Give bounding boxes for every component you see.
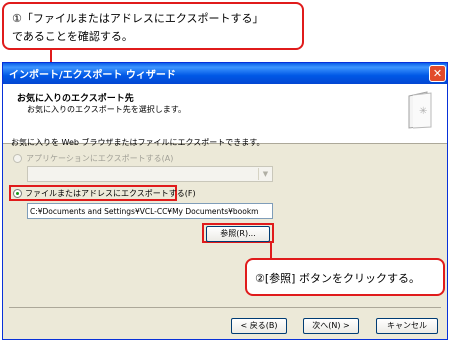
callout-top-line1: ①「ファイルまたはアドレスにエクスポートする」 bbox=[12, 12, 264, 25]
browse-button[interactable]: 参照(R)... bbox=[206, 226, 270, 242]
window-title: インポート/エクスポート ウィザード bbox=[9, 70, 176, 81]
radio-export-to-application[interactable] bbox=[13, 154, 22, 163]
chevron-down-icon[interactable]: ▼ bbox=[258, 168, 272, 180]
next-button[interactable]: 次へ(N) > bbox=[303, 318, 359, 334]
header-subtitle: お気に入りのエクスポート先を選択します。 bbox=[27, 105, 186, 114]
wizard-dialog: インポート/エクスポート ウィザード ✕ お気に入りのエクスポート先 お気に入り… bbox=[2, 62, 448, 340]
close-button[interactable]: ✕ bbox=[429, 65, 446, 82]
back-button[interactable]: < 戻る(B) bbox=[231, 318, 287, 334]
callout-top-line2: であることを確認する。 bbox=[12, 30, 133, 43]
radio-export-to-file[interactable] bbox=[13, 189, 22, 198]
instruction-callout-top: ①「ファイルまたはアドレスにエクスポートする」 であることを確認する。 bbox=[2, 2, 304, 50]
application-select[interactable]: ▼ bbox=[27, 166, 273, 182]
title-bar[interactable]: インポート/エクスポート ウィザード ✕ bbox=[3, 63, 447, 84]
favorites-folder-icon: ✳ bbox=[408, 91, 432, 129]
export-path-field[interactable]: C:¥Documents and Settings¥VCL-CC¥My Docu… bbox=[27, 203, 273, 219]
export-description: お気に入りを Web ブラウザまたはファイルにエクスポートできます。 bbox=[11, 138, 265, 147]
option-file-label: ファイルまたはアドレスにエクスポートする(F) bbox=[25, 189, 196, 198]
header-title: お気に入りのエクスポート先 bbox=[17, 94, 134, 104]
callout-bottom-text: ②[参照] ボタンをクリックする。 bbox=[255, 272, 420, 285]
cancel-button[interactable]: キャンセル bbox=[376, 318, 438, 334]
svg-text:✳: ✳ bbox=[419, 106, 427, 117]
option-app-label: アプリケーションにエクスポートする(A) bbox=[26, 154, 174, 163]
instruction-callout-bottom: ②[参照] ボタンをクリックする。 bbox=[245, 258, 445, 296]
option-file-highlight: ファイルまたはアドレスにエクスポートする(F) bbox=[9, 185, 196, 201]
browse-button-highlight: 参照(R)... bbox=[202, 223, 274, 243]
wizard-header: お気に入りのエクスポート先 お気に入りのエクスポート先を選択します。 ✳ bbox=[3, 84, 447, 144]
footer-divider bbox=[9, 307, 441, 308]
